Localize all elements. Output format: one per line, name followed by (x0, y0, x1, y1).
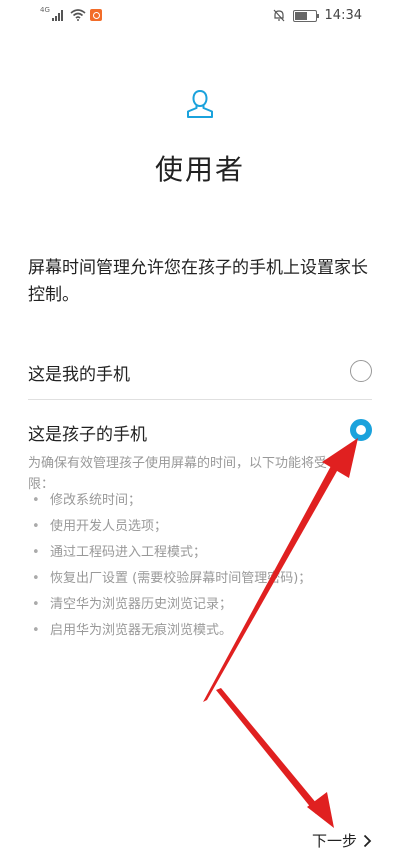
signal-icon (51, 10, 63, 21)
restrictions-intro: 为确保有效管理孩子使用屏幕的时间，以下功能将受限： (28, 456, 328, 492)
radio-my-phone[interactable] (350, 360, 372, 382)
option-label: 这是我的手机 (28, 365, 130, 385)
option-label: 这是孩子的手机 (28, 425, 147, 445)
status-time: 14:34 (324, 8, 362, 23)
description-text: 屏幕时间管理允许您在孩子的手机上设置家长控制。 (28, 258, 368, 305)
restrictions-list: 修改系统时间； 使用开发人员选项； 通过工程码进入工程模式； 恢复出厂设置 (需… (28, 490, 318, 646)
next-button-label: 下一步 (311, 832, 357, 850)
mute-bell-icon (273, 9, 284, 22)
chevron-right-icon (363, 834, 372, 847)
list-item: 使用开发人员选项； (28, 516, 318, 537)
network-type-label: 4G (40, 6, 50, 14)
app-notification-icon (89, 9, 102, 21)
page-title: 使用者 (154, 153, 245, 186)
radio-child-phone[interactable] (350, 419, 372, 441)
option-my-phone[interactable]: 这是我的手机 (0, 358, 400, 388)
status-bar: 4G 14:34 (0, 0, 400, 32)
option-child-phone[interactable]: 这是孩子的手机 (0, 418, 400, 448)
status-right: 14:34 (273, 8, 362, 23)
arrow-to-next (216, 688, 334, 828)
battery-icon (292, 9, 319, 22)
list-item: 通过工程码进入工程模式； (28, 542, 318, 563)
list-item: 修改系统时间； (28, 490, 318, 511)
wifi-icon (70, 9, 86, 21)
list-item: 恢复出厂设置 (需要校验屏幕时间管理密码)； (28, 568, 318, 589)
divider (28, 399, 372, 400)
list-item: 启用华为浏览器无痕浏览模式。 (28, 620, 318, 641)
status-left: 4G (40, 6, 102, 21)
user-icon (187, 89, 213, 118)
list-item: 清空华为浏览器历史浏览记录； (28, 594, 318, 615)
next-button[interactable]: 下一步 (312, 830, 372, 851)
